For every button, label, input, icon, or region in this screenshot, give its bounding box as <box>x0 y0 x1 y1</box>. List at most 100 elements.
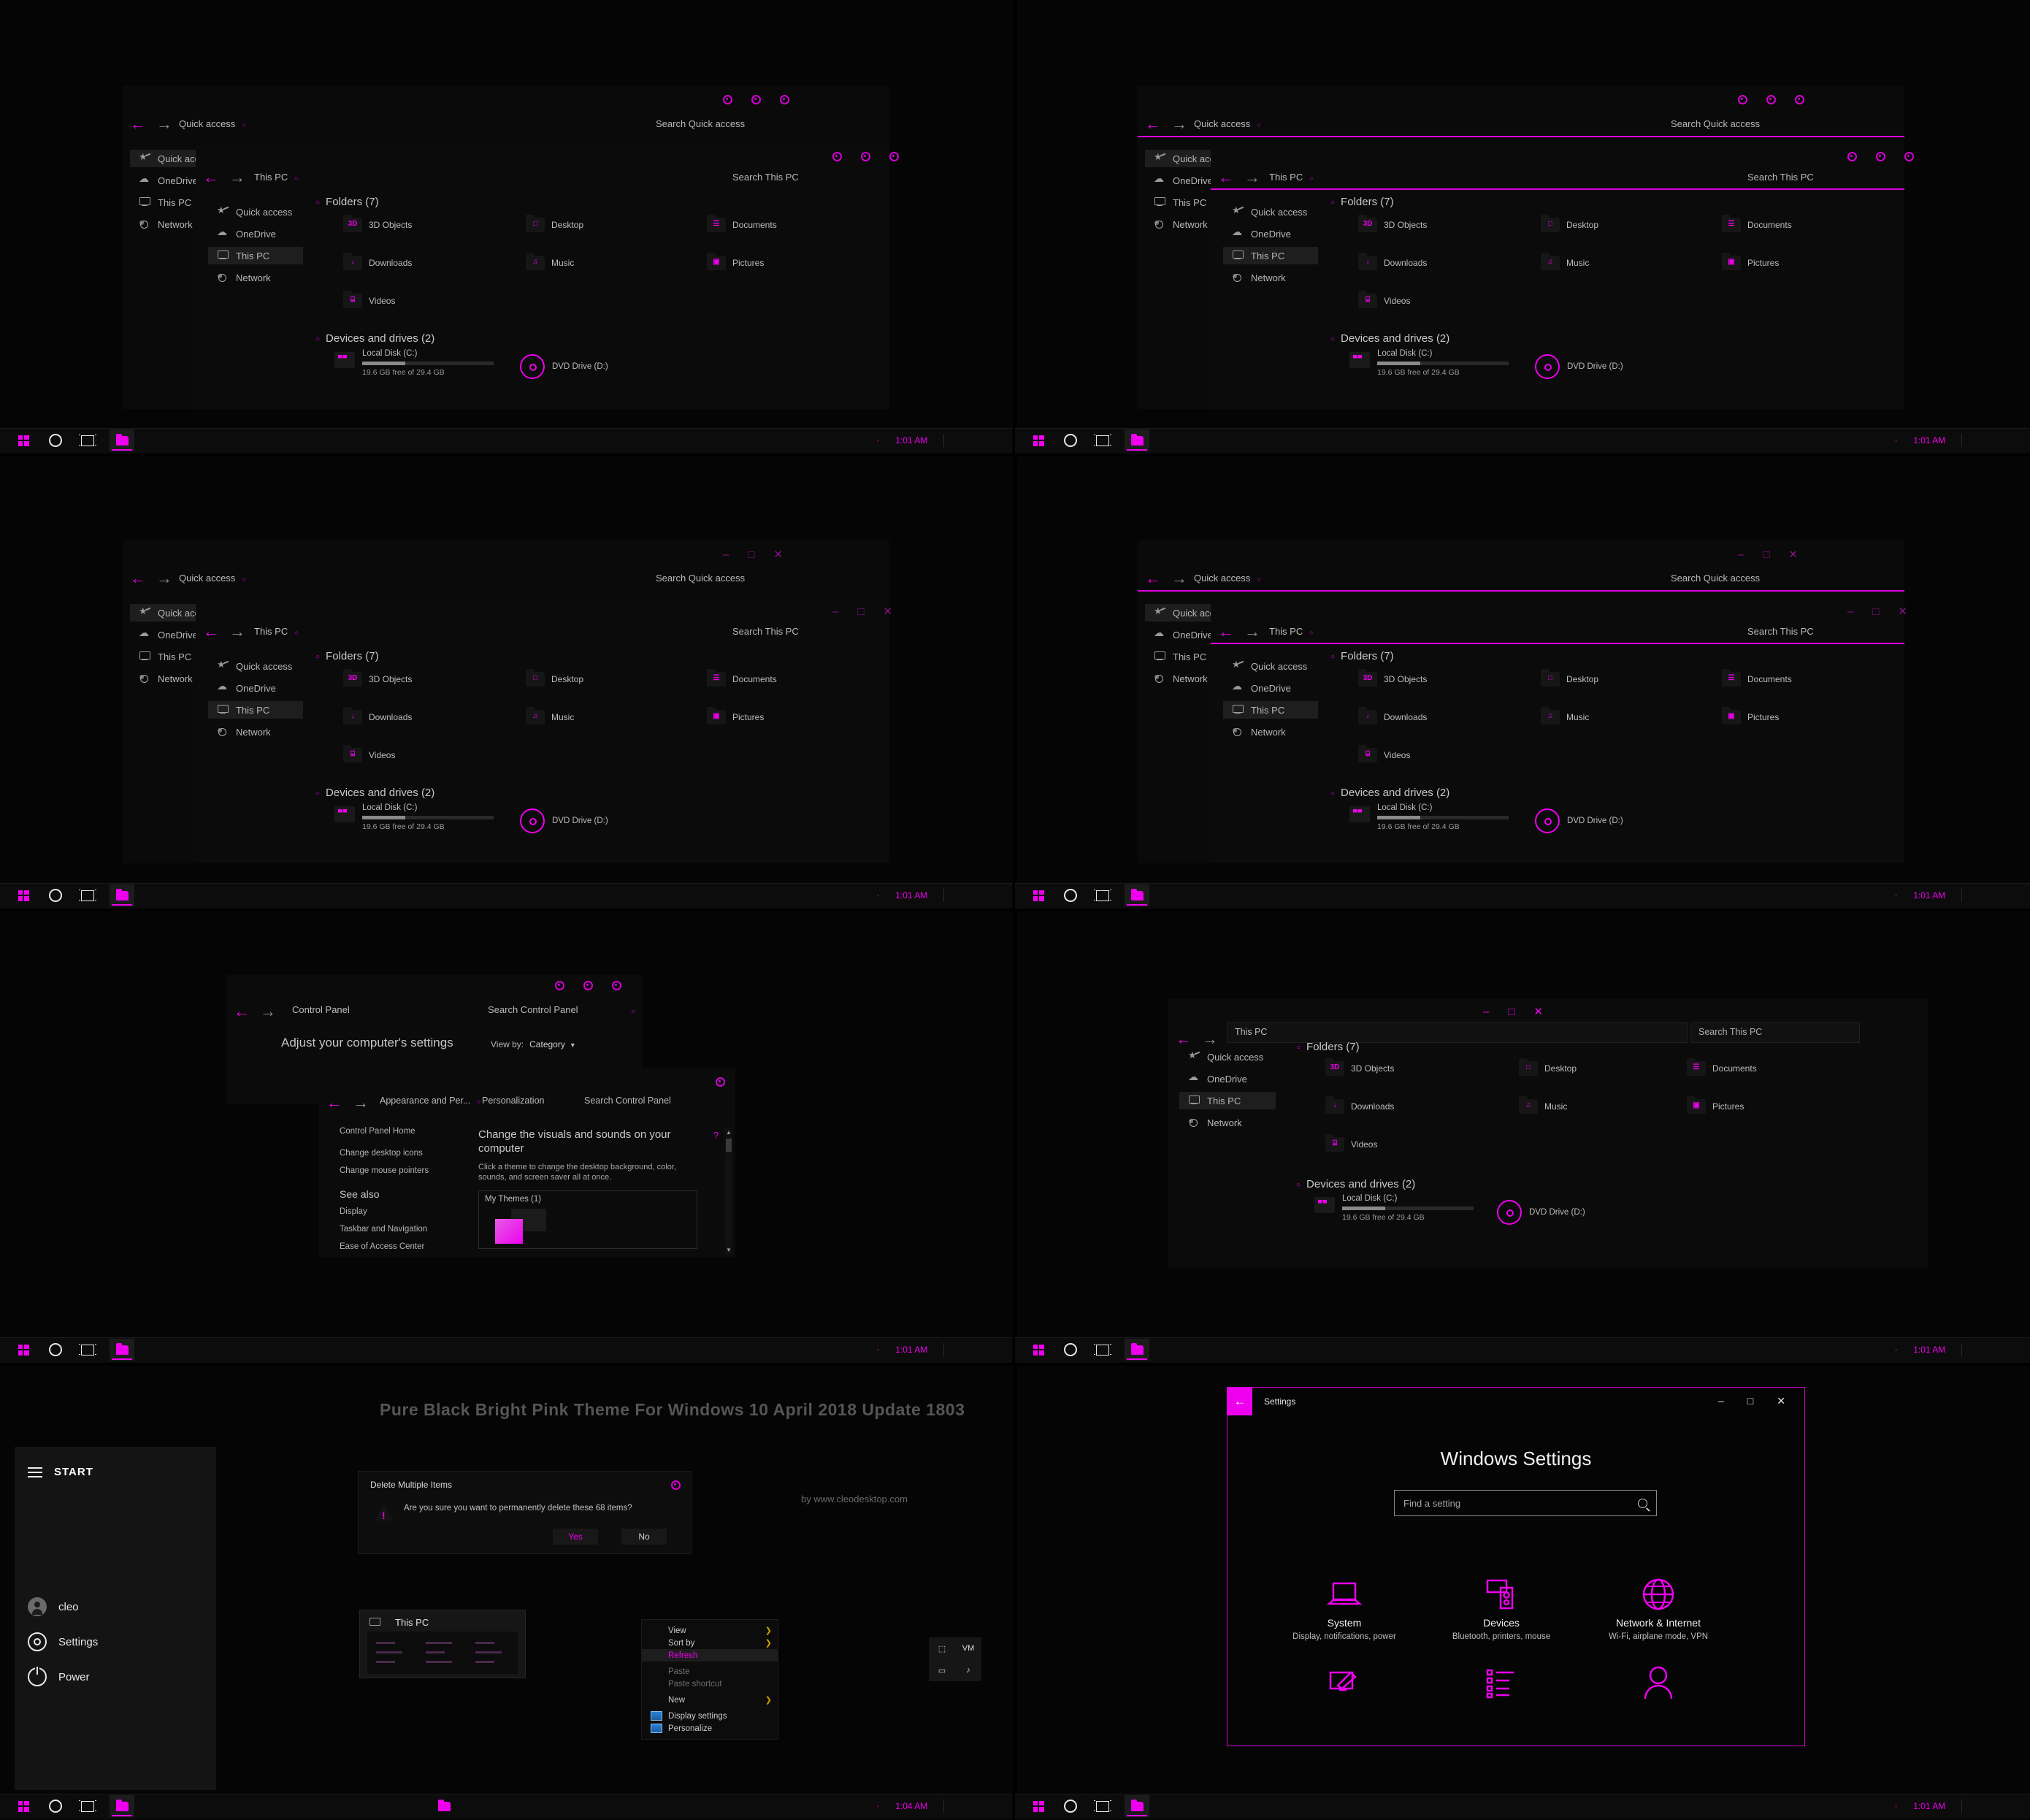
tray-overflow-icon[interactable]: ◦ <box>1895 1802 1897 1810</box>
show-desktop-button[interactable] <box>1961 1800 1963 1813</box>
menu-item-personalize[interactable]: Personalize <box>642 1722 778 1735</box>
sidebar-item-this-pc[interactable]: This PC <box>1223 247 1318 264</box>
back-arrow-icon[interactable]: ← <box>130 570 146 586</box>
sidebar-item-network[interactable]: Network <box>208 269 303 286</box>
breadcrumb-dropdown-icon[interactable]: ○ <box>242 576 245 583</box>
search-input[interactable]: Search Quick access <box>1671 573 1760 584</box>
forward-arrow-icon[interactable]: → <box>1244 624 1260 640</box>
tray-icon-0[interactable]: ⬚ <box>929 1637 955 1659</box>
menu-item-refresh[interactable]: Refresh <box>642 1649 778 1662</box>
task-view-button[interactable] <box>1092 1339 1113 1361</box>
expand-collapse-icon[interactable]: ○ <box>1296 1181 1301 1189</box>
breadcrumb-dropdown-icon[interactable]: ○ <box>294 629 298 636</box>
search-input[interactable]: Search This PC <box>1747 626 1814 637</box>
list-item[interactable]: ☰ Documents <box>1722 215 1792 232</box>
sidebar-item-onedrive[interactable]: OneDrive <box>208 679 303 697</box>
maximize-button[interactable]: □ <box>1747 1395 1753 1407</box>
start-button[interactable] <box>1028 884 1049 906</box>
back-arrow-icon[interactable]: ← <box>203 624 219 640</box>
maximize-button[interactable] <box>1766 95 1776 107</box>
maximize-button[interactable]: □ <box>857 606 864 617</box>
group-header[interactable]: ○ Devices and drives (2) <box>315 332 434 345</box>
tray-icon-2[interactable]: ▭ <box>929 1659 955 1681</box>
search-input[interactable]: Search This PC <box>732 172 799 183</box>
task-view-button[interactable] <box>77 1795 98 1817</box>
list-item[interactable]: DVD Drive (D:) <box>1497 1200 1585 1225</box>
start-menu-item-power[interactable]: Power <box>28 1667 90 1686</box>
tray-overflow-icon[interactable]: ◦ <box>877 892 879 899</box>
back-arrow-icon[interactable]: ← <box>1218 624 1234 640</box>
start-menu-item-cleo[interactable]: cleo <box>28 1597 79 1616</box>
group-header[interactable]: ○ Folders (7) <box>1330 650 1394 662</box>
clock[interactable]: 1:01 AM <box>895 435 927 446</box>
start-button[interactable] <box>1028 1339 1049 1361</box>
settings-tile-network-internet[interactable]: Network & Internet Wi-Fi, airplane mode, … <box>1582 1570 1735 1643</box>
task-view-button[interactable] <box>1092 884 1113 906</box>
forward-arrow-icon[interactable]: → <box>1202 1031 1218 1047</box>
forward-arrow-icon[interactable]: → <box>229 169 245 186</box>
dialog-delete-items[interactable]: Delete Multiple Items! Are you sure you w… <box>358 1471 692 1554</box>
task-view-button[interactable] <box>77 429 98 451</box>
list-item[interactable]: 3D 3D Objects <box>1358 669 1427 687</box>
file-explorer-button[interactable] <box>1125 1795 1149 1817</box>
cortana-button[interactable] <box>45 1339 66 1361</box>
list-item[interactable]: Local Disk (C:) 19.6 GB free of 29.4 GB <box>1349 349 1509 377</box>
address-bar[interactable]: This PC <box>1227 1022 1688 1043</box>
minimize-button[interactable]: – <box>1483 1006 1489 1017</box>
list-item[interactable]: ☰ Documents <box>707 215 777 232</box>
clock[interactable]: 1:01 AM <box>1913 890 1945 901</box>
start-menu[interactable] <box>15 1447 216 1790</box>
search-box[interactable]: Search This PC <box>1690 1022 1860 1043</box>
clock[interactable]: 1:01 AM <box>895 890 927 901</box>
expand-collapse-icon[interactable]: ○ <box>315 199 320 207</box>
file-explorer-button[interactable] <box>1125 1339 1149 1361</box>
breadcrumb-dropdown-icon[interactable]: ○ <box>1309 629 1313 636</box>
search-input[interactable]: Search This PC <box>732 626 799 637</box>
maximize-button[interactable] <box>1876 152 1885 164</box>
list-item[interactable]: Local Disk (C:) 19.6 GB free of 29.4 GB <box>1349 803 1509 831</box>
breadcrumb[interactable]: Quick access ○ <box>1194 573 1261 584</box>
list-item[interactable]: □ Desktop <box>526 215 583 232</box>
list-item[interactable]: ⌸ Videos <box>343 291 395 308</box>
search-dropdown-icon[interactable]: ○ <box>631 1008 635 1016</box>
start-button[interactable] <box>13 429 34 451</box>
list-item[interactable]: ↓ Downloads <box>343 707 412 724</box>
show-desktop-button[interactable] <box>1961 434 1963 447</box>
breadcrumb[interactable]: Quick access ○ <box>179 573 246 584</box>
sidebar-item-quick-access[interactable]: Quick access <box>208 657 303 675</box>
list-item[interactable]: ♫ Music <box>526 253 574 270</box>
no-button[interactable]: No <box>621 1529 667 1545</box>
tray-flyout[interactable]: ⬚ VM ▭ ♪ <box>929 1637 981 1681</box>
settings-tile-icon-3[interactable] <box>1268 1658 1421 1699</box>
clock[interactable]: 1:01 AM <box>1913 1345 1945 1355</box>
sidebar-item-this-pc[interactable]: This PC <box>208 701 303 719</box>
expand-collapse-icon[interactable]: ○ <box>1330 789 1335 798</box>
window-settings[interactable]: ← Settings – □ ✕ Windows Settings Find a setti… <box>1227 1387 1805 1746</box>
list-item[interactable]: □ Desktop <box>1541 669 1598 687</box>
clock[interactable]: 1:01 AM <box>895 1345 927 1355</box>
settings-tile-icon-5[interactable] <box>1582 1658 1735 1699</box>
expand-collapse-icon[interactable]: ○ <box>315 653 320 661</box>
help-icon[interactable]: ? <box>713 1130 719 1141</box>
list-item[interactable]: ⌸ Videos <box>343 745 395 762</box>
task-view-button[interactable] <box>77 884 98 906</box>
start-button[interactable] <box>13 1339 34 1361</box>
list-item[interactable]: DVD Drive (D:) <box>520 354 608 379</box>
file-explorer-button[interactable] <box>110 884 134 906</box>
cortana-button[interactable] <box>45 884 66 906</box>
list-item[interactable]: ↓ Downloads <box>1325 1096 1394 1114</box>
list-item[interactable]: ▣ Pictures <box>1722 253 1779 270</box>
list-item[interactable]: DVD Drive (D:) <box>520 808 608 833</box>
list-item[interactable]: ♫ Music <box>1541 707 1589 724</box>
minimize-button[interactable]: – <box>1718 1395 1724 1407</box>
list-item[interactable]: ▣ Pictures <box>707 253 764 270</box>
taskbar-pinned-folder-icon[interactable] <box>438 1800 451 1811</box>
task-view-button[interactable] <box>1092 1795 1113 1817</box>
tray-icon-3[interactable]: ♪ <box>955 1659 981 1681</box>
list-item[interactable]: ☰ Documents <box>1722 669 1792 687</box>
expand-collapse-icon[interactable]: ○ <box>1296 1044 1301 1052</box>
sidebar-item-onedrive[interactable]: OneDrive <box>1179 1070 1276 1087</box>
list-item[interactable]: ↓ Downloads <box>1358 707 1427 724</box>
close-button[interactable]: ✕ <box>1777 1395 1785 1407</box>
see-also-link-0[interactable]: Display <box>340 1207 471 1216</box>
